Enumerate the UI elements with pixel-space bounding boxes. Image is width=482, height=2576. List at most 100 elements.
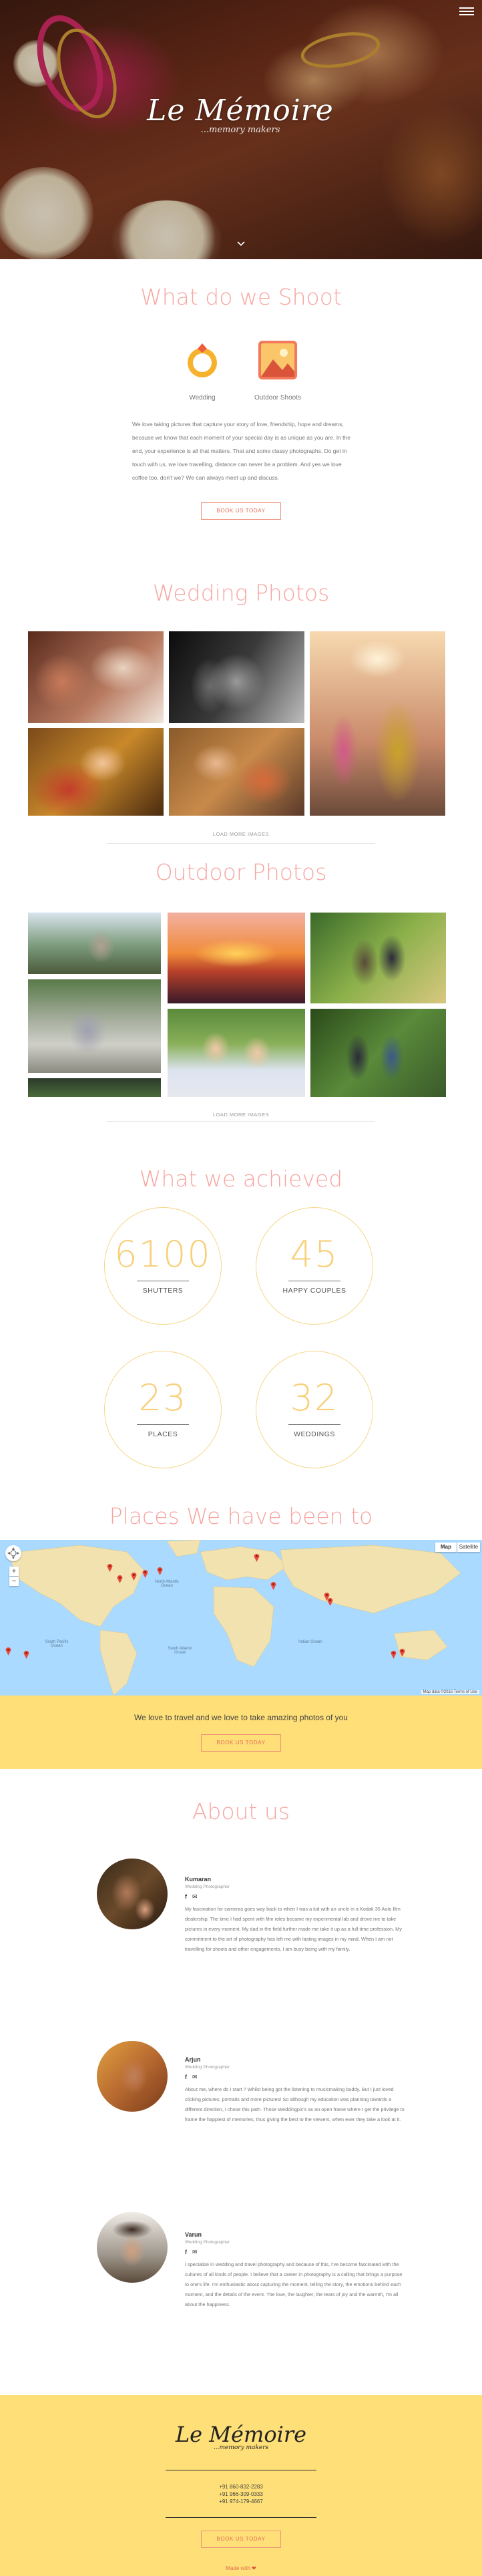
map-pin-icon[interactable]	[117, 1575, 123, 1583]
book-us-button[interactable]: BOOK US TODAY	[201, 2531, 281, 2548]
map-attribution: Map data ©2016 Terms of Use	[421, 1690, 479, 1694]
section-title-places: Places We have been to	[109, 1503, 373, 1529]
stat-happy-couples: 45 HAPPY COUPLES	[256, 1207, 373, 1325]
book-us-button[interactable]: BOOK US TODAY	[201, 502, 281, 520]
map-zoom-out-button[interactable]: −	[9, 1577, 19, 1586]
map-ocean-label: South Pacific Ocean	[45, 1640, 69, 1648]
stat-divider	[137, 1424, 189, 1425]
outdoor-photo[interactable]	[168, 913, 305, 1003]
map-pin-icon[interactable]	[391, 1650, 397, 1659]
map-pin-icon[interactable]	[327, 1597, 333, 1606]
facebook-icon[interactable]: f	[185, 2249, 187, 2255]
phone-number[interactable]: +91 860-832-2283	[0, 2483, 482, 2490]
wedding-photo[interactable]	[310, 631, 445, 816]
made-with-love: Made with ❤	[0, 2565, 482, 2571]
world-map[interactable]: North Atlantic Ocean South Pacific Ocean…	[0, 1540, 482, 1696]
email-icon[interactable]: ✉	[192, 2074, 198, 2080]
footer: Le Mémoire ...memory makers +91 860-832-…	[0, 2395, 482, 2576]
section-title-achieved: What we achieved	[139, 1166, 343, 1192]
phone-number[interactable]: +91 966-309-0333	[0, 2490, 482, 2498]
phone-number[interactable]: +91 974-179-4667	[0, 2498, 482, 2505]
stat-label: WEDDINGS	[294, 1430, 335, 1438]
map-pin-icon[interactable]	[5, 1647, 11, 1655]
stat-value: 45	[290, 1233, 339, 1275]
map-pin-icon[interactable]	[270, 1581, 276, 1590]
section-title-about: About us	[192, 1798, 290, 1824]
outdoor-photo[interactable]	[28, 913, 161, 974]
person-role: Wedding Photographer	[185, 2065, 230, 2070]
section-title-outdoor: Outdoor Photos	[155, 859, 327, 885]
wedding-photo[interactable]	[28, 631, 164, 723]
stat-value: 23	[138, 1377, 188, 1419]
map-type-map-button[interactable]: Map	[435, 1543, 457, 1552]
email-icon[interactable]: ✉	[192, 1893, 198, 1900]
social-links: f ✉	[185, 1893, 198, 1901]
shoot-description: We love taking pictures that capture you…	[132, 421, 350, 481]
load-more-wedding-button[interactable]: LOAD MORE IMAGES	[0, 831, 482, 837]
person-bio: I specialize in wedding and travel photo…	[185, 2261, 403, 2307]
person-bio: About me, where do I start ? Whilst bein…	[185, 2086, 405, 2122]
facebook-icon[interactable]: f	[185, 1893, 187, 1900]
outdoor-photo[interactable]	[310, 1009, 446, 1097]
stat-label: PLACES	[148, 1430, 178, 1438]
social-links: f ✉	[185, 2249, 198, 2256]
outdoor-photo[interactable]	[28, 1078, 161, 1097]
map-pin-icon[interactable]	[157, 1567, 163, 1575]
map-land	[6, 1540, 461, 1696]
stat-label: SHUTTERS	[142, 1287, 184, 1295]
shoot-label-outdoor: Outdoor Shoots	[254, 394, 302, 401]
person-bio: My fascination for cameras goes way back…	[185, 1906, 402, 1952]
section-divider	[107, 843, 375, 844]
map-pin-icon[interactable]	[23, 1650, 29, 1659]
book-us-button[interactable]: BOOK US TODAY	[201, 1734, 281, 1752]
map-pin-icon[interactable]	[254, 1553, 260, 1562]
phone-list: +91 860-832-2283 +91 966-309-0333 +91 97…	[0, 2483, 482, 2505]
logo-tagline: ...memory makers	[200, 125, 280, 135]
heart-icon: ❤	[252, 2565, 256, 2571]
hero-logo: Le Mémoire ...memory makers	[140, 94, 340, 135]
stat-label: HAPPY COUPLES	[282, 1287, 346, 1295]
outdoor-photo[interactable]	[168, 1009, 305, 1097]
avatar	[97, 1859, 168, 1929]
hamburger-menu-icon[interactable]	[459, 5, 474, 17]
person-role: Wedding Photographer	[185, 2240, 230, 2245]
map-ocean-label: South Atlantic Ocean	[168, 1647, 193, 1655]
stat-weddings: 32 WEDDINGS	[256, 1351, 373, 1468]
footer-divider	[166, 2517, 316, 2518]
person-name: Arjun	[185, 2056, 201, 2063]
map-pin-icon[interactable]	[107, 1563, 113, 1572]
pan-arrows-icon	[7, 1547, 19, 1559]
made-with-text: Made with	[226, 2565, 250, 2571]
footer-logo-title: Le Mémoire	[175, 2422, 307, 2447]
person-name: Kumaran	[185, 1876, 212, 1883]
section-divider	[107, 1121, 375, 1122]
wedding-photo[interactable]	[28, 728, 164, 816]
avatar	[97, 2212, 168, 2283]
hero-banner: Le Mémoire ...memory makers	[0, 0, 482, 259]
load-more-outdoor-button[interactable]: LOAD MORE IMAGES	[0, 1112, 482, 1118]
stat-shutters: 6100 SHUTTERS	[104, 1207, 222, 1325]
shoot-label-wedding: Wedding	[189, 394, 216, 401]
outdoor-photo[interactable]	[28, 979, 161, 1073]
map-ocean-label: North Atlantic Ocean	[155, 1580, 179, 1588]
chevron-down-icon[interactable]	[236, 239, 246, 249]
email-icon[interactable]: ✉	[192, 2249, 198, 2255]
stat-divider	[288, 1424, 340, 1425]
map-zoom-in-button[interactable]: +	[9, 1567, 19, 1576]
facebook-icon[interactable]: f	[185, 2074, 187, 2080]
map-pan-control[interactable]	[5, 1545, 21, 1561]
footer-logo: Le Mémoire ...memory makers	[174, 2422, 308, 2451]
map-type-satellite-button[interactable]: Satellite	[457, 1543, 480, 1552]
map-pin-icon[interactable]	[131, 1572, 137, 1581]
travel-banner: We love to travel and we love to take am…	[0, 1696, 482, 1769]
map-pin-icon[interactable]	[142, 1569, 148, 1578]
section-title-wedding: Wedding Photos	[152, 580, 330, 606]
map-pin-icon[interactable]	[399, 1648, 405, 1657]
outdoor-photo[interactable]	[310, 913, 446, 1003]
stat-value: 32	[290, 1377, 339, 1419]
wedding-photo[interactable]	[169, 631, 304, 723]
wedding-photo[interactable]	[169, 728, 304, 816]
avatar	[97, 2041, 168, 2112]
section-title-shoot: What do we Shoot	[140, 284, 342, 310]
landscape-photo-icon	[258, 341, 297, 379]
